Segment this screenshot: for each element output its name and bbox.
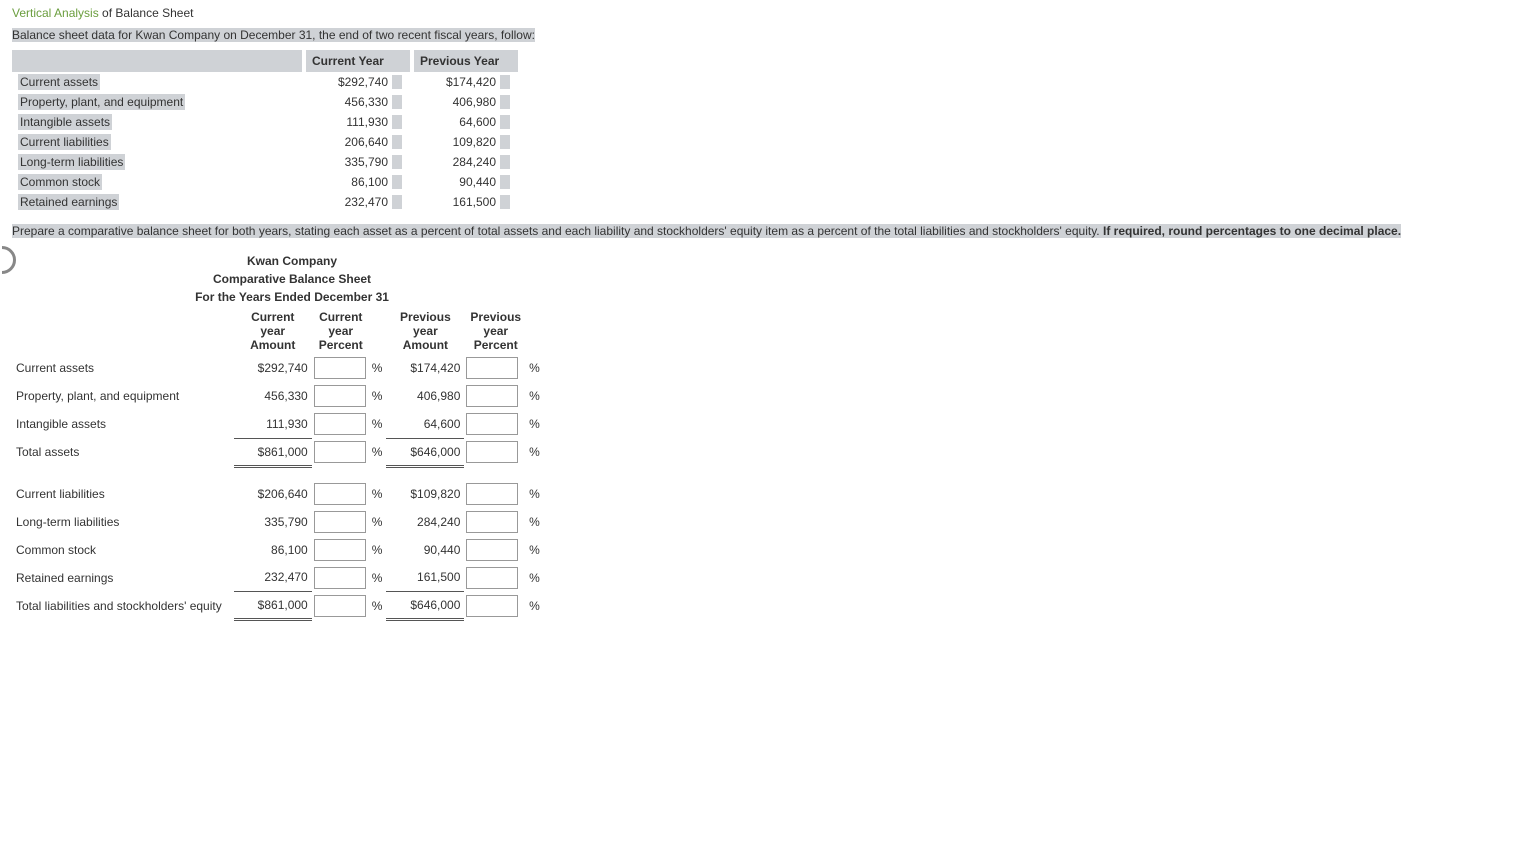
py-percent-input[interactable] [466,413,518,435]
py-amount: $109,820 [386,480,464,508]
table-row: Long-term liabilities335,790%284,240% [12,508,544,536]
percent-symbol: % [527,410,544,438]
hdr-py-percent: Previous year Percent [464,308,527,354]
percent-symbol: % [370,536,387,564]
table-row: Current assets$292,740 $174,420 [12,72,520,92]
table-row: Intangible assets111,930 64,600 [12,112,520,132]
percent-symbol: % [527,564,544,592]
table-row: Total liabilities and stockholders' equi… [12,592,544,620]
col-previous-year: Previous Year [412,50,520,72]
page-title: Vertical Analysis of Balance Sheet [0,0,1528,24]
row-label: Retained earnings [12,564,234,592]
cy-amount: $861,000 [234,592,312,620]
title-rest: of Balance Sheet [99,6,194,20]
title-highlight: Vertical Analysis [12,6,99,20]
py-percent-input[interactable] [466,441,518,463]
row-label: Property, plant, and equipment [12,382,234,410]
percent-symbol: % [527,592,544,620]
hdr-py-amount: Previous year Amount [386,308,464,354]
hdr-cy-percent: Current year Percent [312,308,370,354]
cy-amount: 111,930 [234,410,312,438]
cy-amount: 335,790 [234,508,312,536]
percent-symbol: % [527,536,544,564]
py-percent-input[interactable] [466,539,518,561]
cy-percent-input[interactable] [314,595,366,617]
row-label: Current assets [12,354,234,382]
table-row: Property, plant, and equipment456,330%40… [12,382,544,410]
row-label: Current liabilities [12,480,234,508]
row-label: Intangible assets [12,410,234,438]
row-label: Total liabilities and stockholders' equi… [12,592,234,620]
percent-symbol: % [527,438,544,466]
cy-percent-input[interactable] [314,441,366,463]
cy-amount: $292,740 [234,354,312,382]
instruction-body: Prepare a comparative balance sheet for … [12,224,1103,238]
table-row: Common stock86,100 90,440 [12,172,520,192]
cy-amount: 232,470 [234,564,312,592]
percent-symbol: % [370,508,387,536]
sheet-title: Comparative Balance Sheet [12,270,572,288]
percent-symbol: % [370,592,387,620]
hdr-cy-amount: Current year Amount [234,308,312,354]
percent-symbol: % [527,508,544,536]
intro-highlight: Balance sheet data for Kwan Company on D… [12,28,535,42]
cy-percent-input[interactable] [314,539,366,561]
table-row: Current liabilities206,640 109,820 [12,132,520,152]
answer-table: Current year Amount Current year Percent… [12,308,544,633]
py-amount: 64,600 [386,410,464,438]
cy-percent-input[interactable] [314,385,366,407]
percent-symbol: % [527,382,544,410]
cy-percent-input[interactable] [314,567,366,589]
py-amount: $646,000 [386,438,464,466]
sheet-header: Kwan Company Comparative Balance Sheet F… [12,252,572,306]
percent-symbol: % [370,564,387,592]
table-row: Current assets$292,740%$174,420% [12,354,544,382]
cy-amount: 456,330 [234,382,312,410]
percent-symbol: % [370,438,387,466]
py-percent-input[interactable] [466,483,518,505]
py-amount: 406,980 [386,382,464,410]
cy-percent-input[interactable] [314,413,366,435]
table-row: Intangible assets111,930%64,600% [12,410,544,438]
py-amount: 161,500 [386,564,464,592]
intro-text: Balance sheet data for Kwan Company on D… [0,24,1528,46]
table-row: Current liabilities$206,640%$109,820% [12,480,544,508]
sheet-period: For the Years Ended December 31 [12,288,572,306]
cy-amount: $861,000 [234,438,312,466]
table-row: Common stock86,100%90,440% [12,536,544,564]
percent-symbol: % [370,382,387,410]
table-row: Retained earnings232,470 161,500 [12,192,520,212]
table-row: Retained earnings232,470%161,500% [12,564,544,592]
cy-percent-input[interactable] [314,511,366,533]
cy-amount: 86,100 [234,536,312,564]
percent-symbol: % [527,354,544,382]
py-percent-input[interactable] [466,595,518,617]
instruction-text: Prepare a comparative balance sheet for … [0,218,1528,244]
cy-amount: $206,640 [234,480,312,508]
py-percent-input[interactable] [466,385,518,407]
table-row: Long-term liabilities335,790 284,240 [12,152,520,172]
py-amount: $646,000 [386,592,464,620]
cy-percent-input[interactable] [314,483,366,505]
percent-symbol: % [370,480,387,508]
py-percent-input[interactable] [466,357,518,379]
percent-symbol: % [370,354,387,382]
given-data-table: Current Year Previous Year Current asset… [12,50,522,212]
percent-symbol: % [370,410,387,438]
sheet-company: Kwan Company [12,252,572,270]
table-row: Property, plant, and equipment456,330 40… [12,92,520,112]
py-percent-input[interactable] [466,567,518,589]
row-label: Long-term liabilities [12,508,234,536]
py-amount: 284,240 [386,508,464,536]
instruction-bold: If required, round percentages to one de… [1103,224,1401,238]
py-amount: $174,420 [386,354,464,382]
py-amount: 90,440 [386,536,464,564]
col-current-year: Current Year [304,50,412,72]
cy-percent-input[interactable] [314,357,366,379]
row-label: Total assets [12,438,234,466]
row-label: Common stock [12,536,234,564]
table-row: Total assets$861,000%$646,000% [12,438,544,466]
py-percent-input[interactable] [466,511,518,533]
percent-symbol: % [527,480,544,508]
